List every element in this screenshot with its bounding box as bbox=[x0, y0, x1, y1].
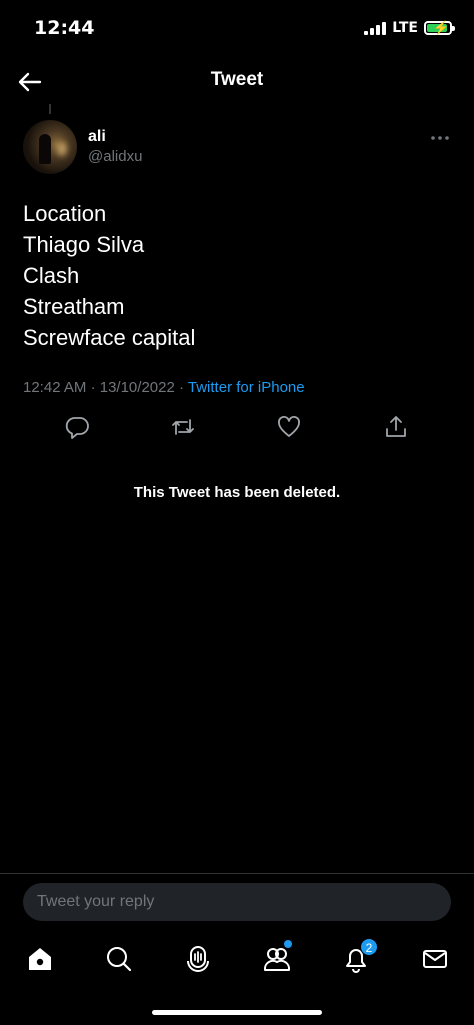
divider bbox=[0, 873, 474, 874]
notifications-badge: 2 bbox=[360, 938, 378, 956]
tweet-meta: 12:42 AM · 13/10/2022 · Twitter for iPho… bbox=[23, 379, 305, 396]
thread-connector bbox=[49, 104, 51, 114]
retweet-icon bbox=[172, 419, 194, 435]
reply-button[interactable] bbox=[64, 414, 90, 440]
deleted-notice: This Tweet has been deleted. bbox=[133, 484, 341, 501]
battery-icon: ⚡ bbox=[424, 20, 455, 35]
tweet-line: Location bbox=[23, 201, 107, 226]
tab-search[interactable] bbox=[104, 944, 134, 974]
share-icon bbox=[386, 416, 406, 437]
avatar-figure bbox=[39, 134, 51, 164]
page-title: Tweet bbox=[210, 69, 264, 90]
status-indicators: LTE ⚡ bbox=[364, 20, 455, 36]
meta-separator: · bbox=[90, 379, 96, 396]
tweet-time: 12:42 AM bbox=[23, 379, 87, 396]
like-icon bbox=[278, 416, 300, 437]
avatar-light bbox=[57, 142, 67, 156]
home-indicator[interactable] bbox=[152, 1010, 322, 1015]
share-button[interactable] bbox=[383, 414, 409, 440]
author-name[interactable]: ali bbox=[88, 128, 106, 146]
status-time: 12:44 bbox=[34, 17, 95, 39]
communities-icon bbox=[263, 948, 291, 971]
charging-icon: ⚡ bbox=[433, 20, 450, 35]
tweet-line: Thiago Silva bbox=[23, 232, 145, 257]
like-button[interactable] bbox=[276, 414, 302, 440]
reply-input[interactable]: Tweet your reply bbox=[23, 883, 451, 921]
reply-icon bbox=[65, 417, 89, 439]
tab-spaces[interactable] bbox=[183, 944, 213, 974]
tweet-line: Clash bbox=[23, 263, 80, 288]
avatar[interactable] bbox=[23, 120, 77, 174]
tab-home[interactable] bbox=[25, 944, 55, 974]
tweet-line: Streatham bbox=[23, 294, 125, 319]
top-nav: Tweet bbox=[0, 60, 474, 104]
more-icon bbox=[431, 136, 449, 140]
network-label: LTE bbox=[392, 20, 418, 36]
retweet-button[interactable] bbox=[170, 414, 196, 440]
messages-icon bbox=[423, 950, 447, 968]
tweet-line: Screwface capital bbox=[23, 325, 196, 350]
tab-bar: 2 bbox=[0, 938, 474, 982]
search-icon bbox=[107, 947, 132, 972]
tweet-date: 13/10/2022 bbox=[99, 379, 175, 396]
home-icon bbox=[29, 948, 51, 970]
communities-dot bbox=[284, 940, 292, 948]
spaces-icon bbox=[187, 946, 209, 972]
tweet-actions bbox=[0, 414, 474, 444]
reply-placeholder: Tweet your reply bbox=[37, 893, 155, 910]
tab-communities[interactable] bbox=[262, 940, 292, 974]
tweet-text: Location Thiago Silva Clash Streatham Sc… bbox=[23, 198, 195, 353]
tab-messages[interactable] bbox=[420, 944, 450, 974]
meta-separator: · bbox=[178, 379, 184, 396]
tweet-source-link[interactable]: Twitter for iPhone bbox=[188, 379, 305, 396]
author-handle[interactable]: @alidxu bbox=[88, 148, 142, 165]
more-button[interactable] bbox=[428, 128, 452, 148]
status-bar: 12:44 LTE ⚡ bbox=[0, 0, 474, 56]
signal-icon bbox=[364, 21, 387, 35]
tab-notifications[interactable]: 2 bbox=[341, 938, 378, 974]
